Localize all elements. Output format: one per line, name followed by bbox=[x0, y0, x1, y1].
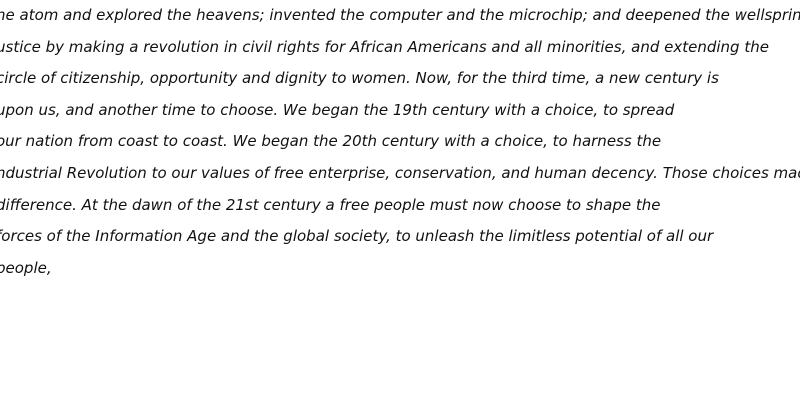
text-line: he atom and explored the heavens; invent… bbox=[0, 6, 800, 24]
speech-text-block: he atom and explored the heavens; invent… bbox=[0, 0, 800, 284]
document-page: he atom and explored the heavens; invent… bbox=[0, 0, 800, 400]
text-line: circle of citizenship, opportunity and d… bbox=[0, 69, 719, 88]
text-line: difference. At the dawn of the 21st cent… bbox=[0, 195, 661, 214]
text-line: ustice by making a revolution in civil r… bbox=[0, 37, 769, 56]
text-line: our nation from coast to coast. We began… bbox=[0, 132, 662, 151]
text-line: people, bbox=[0, 258, 52, 277]
text-line: forces of the Information Age and the gl… bbox=[0, 227, 714, 246]
text-line: ndustrial Revolution to our values of fr… bbox=[0, 163, 800, 182]
text-line: upon us, and another time to choose. We … bbox=[0, 100, 675, 119]
